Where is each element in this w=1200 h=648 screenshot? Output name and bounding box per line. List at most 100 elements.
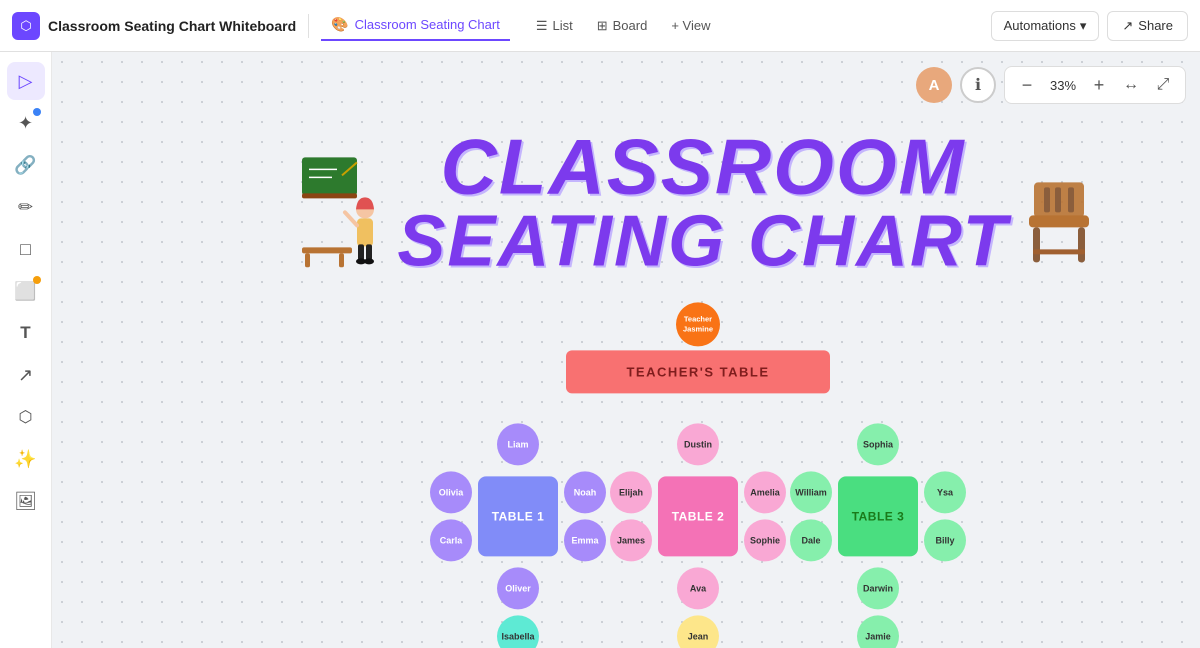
table-group-1: Liam Olivia Carla TABLE 1 Noah Emma Oliv… [448,423,588,648]
tool-link[interactable]: 🔗 [7,146,45,184]
table-2-box: TABLE 2 [658,476,738,556]
nav-list[interactable]: ☰ List [526,13,583,39]
seat-carla: Carla [430,519,472,561]
info-icon: ℹ [975,75,981,95]
seat-ava: Ava [677,567,719,609]
arrow-icon: ↗ [18,365,33,386]
seat-elijah: Elijah [610,471,652,513]
seat-oliver: Oliver [497,567,539,609]
automations-label: Automations [1004,18,1076,33]
seat-liam: Liam [497,423,539,465]
teachers-table: TEACHER'S TABLE [566,350,829,393]
select-icon: ▷ [19,71,33,92]
seat-amelia: Amelia [744,471,786,513]
table3-top: Sophia [857,423,899,465]
view-label: + View [671,18,710,33]
table3-bottom: Darwin Jamie [857,567,899,648]
zoom-in-button[interactable]: + [1085,71,1113,99]
pen-icon: ✏ [18,197,33,218]
zoom-expand-button[interactable]: ⤢ [1149,71,1177,99]
tab-seating-chart[interactable]: 🎨 Classroom Seating Chart [321,10,510,41]
table-3-box: TABLE 3 [838,476,918,556]
board-label: Board [613,18,648,33]
title-text-block: CLASSROOM SEATING CHART [397,127,1008,277]
table3-left: William Dale [790,471,832,561]
table3-right: Ysa Billy [924,471,966,561]
share-button[interactable]: ↗ Share [1107,11,1188,41]
seat-james: James [610,519,652,561]
sticky-icon: ⬜ [14,281,36,302]
tool-pen[interactable]: ✏ [7,188,45,226]
tool-select[interactable]: ▷ [7,62,45,100]
whiteboard-title-area: CLASSROOM SEATING CHART [248,127,1148,282]
teacher-label: TeacherJasmine [683,315,713,335]
tool-sticky[interactable]: ⬜ [7,272,45,310]
chevron-down-icon: ▾ [1080,18,1087,34]
teachers-table-label: TEACHER'S TABLE [626,364,769,379]
title-line2: SEATING CHART [397,205,1008,277]
zoom-fit-button[interactable]: ↔ [1117,71,1145,99]
image-icon: 🖼 [14,491,37,512]
tool-network[interactable]: ⬡ [7,398,45,436]
table2-top: Dustin [677,423,719,465]
tool-arrow[interactable]: ↗ [7,356,45,394]
automations-button[interactable]: Automations ▾ [991,11,1100,41]
table-group-2: Dustin Elijah James TABLE 2 Amelia Sophi… [628,423,768,648]
table-group-3: Sophia William Dale TABLE 3 Ysa Billy Da… [808,423,948,648]
seat-sophia: Sophia [857,423,899,465]
seat-ysa: Ysa [924,471,966,513]
table3-middle: William Dale TABLE 3 Ysa Billy [790,471,966,561]
tool-star[interactable]: ✨ [7,440,45,478]
seat-dustin: Dustin [677,423,719,465]
zoom-out-button[interactable]: − [1013,71,1041,99]
table1-top: Liam [497,423,539,465]
whiteboard-content: CLASSROOM SEATING CHART [248,127,1148,648]
share-label: Share [1138,18,1173,33]
tab-area: 🎨 Classroom Seating Chart [321,10,510,41]
table2-middle: Elijah James TABLE 2 Amelia Sophie [610,471,786,561]
shapes-indicator [33,108,41,116]
table2-right: Amelia Sophie [744,471,786,561]
nav-board[interactable]: ⊞ Board [587,13,658,39]
tool-image[interactable]: 🖼 [7,482,45,520]
teacher-section: TeacherJasmine TEACHER'S TABLE [248,302,1148,393]
table2-left: Elijah James [610,471,652,561]
seat-emma: Emma [564,519,606,561]
text-icon: T [20,323,30,343]
topbar-divider [308,14,309,38]
star-icon: ✨ [14,449,36,470]
seat-darwin: Darwin [857,567,899,609]
tool-shapes[interactable]: ✦ [7,104,45,142]
table1-right: Noah Emma [564,471,606,561]
shapes-icon: ✦ [18,113,33,134]
list-icon: ☰ [536,18,548,34]
seat-olivia: Olivia [430,471,472,513]
zoom-level: 33% [1045,78,1081,93]
seat-william: William [790,471,832,513]
canvas-area[interactable]: A ℹ − 33% + ↔ ⤢ [52,52,1200,648]
nav-view[interactable]: + View [661,13,720,38]
seat-billy: Billy [924,519,966,561]
topbar-nav: ☰ List ⊞ Board + View [526,13,721,39]
user-avatar[interactable]: A [916,67,952,103]
sticky-indicator [33,276,41,284]
table1-middle: Olivia Carla TABLE 1 Noah Emma [430,471,606,561]
chair-illustration [1019,177,1099,272]
table2-bottom: Ava Jean [677,567,719,648]
info-button[interactable]: ℹ [960,67,996,103]
table-1-box: TABLE 1 [478,476,558,556]
student-tables: Liam Olivia Carla TABLE 1 Noah Emma Oliv… [248,423,1148,648]
link-icon: 🔗 [14,155,36,176]
share-icon: ↗ [1122,18,1133,34]
seat-dale: Dale [790,519,832,561]
avatar-initial: A [929,77,940,94]
tool-rectangle[interactable]: □ [7,230,45,268]
title-line1: CLASSROOM [440,127,965,205]
seat-jamie: Jamie [857,615,899,648]
left-toolbar: ▷ ✦ 🔗 ✏ □ ⬜ T ↗ ⬡ ✨ 🖼 [0,52,52,648]
tab-label-seating: Classroom Seating Chart [355,17,500,32]
app-title: Classroom Seating Chart Whiteboard [48,18,296,34]
teacher-avatar: TeacherJasmine [676,302,720,346]
tool-text[interactable]: T [7,314,45,352]
board-icon: ⊞ [597,18,608,34]
